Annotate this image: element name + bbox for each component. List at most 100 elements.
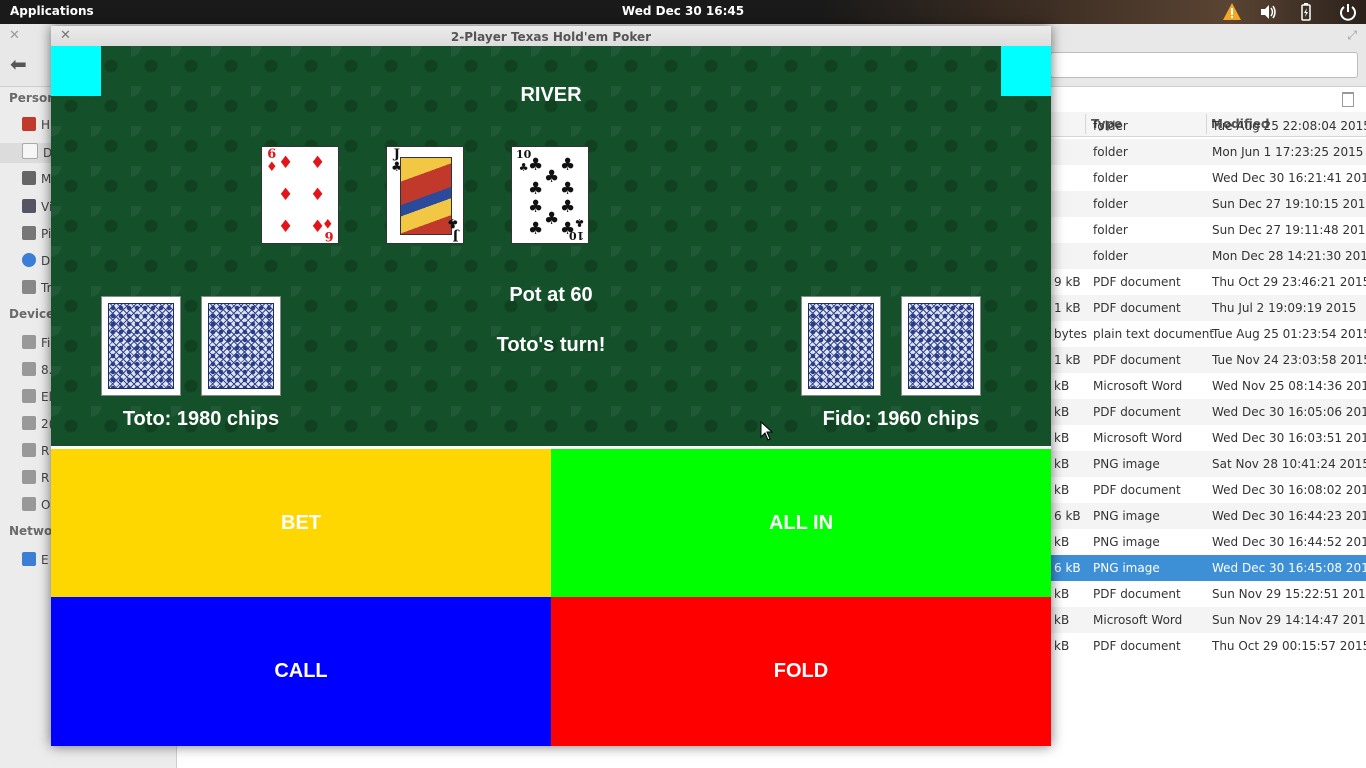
sidebar-item-label: E — [41, 553, 49, 567]
turn-label: Toto's turn! — [496, 334, 606, 356]
file-size: bytes — [1054, 327, 1088, 341]
file-type: folder — [1093, 223, 1128, 237]
call-button[interactable]: CALL — [51, 597, 551, 746]
file-type: PDF document — [1093, 353, 1181, 367]
file-type: PDF document — [1093, 275, 1181, 289]
file-size: 6 kB — [1054, 509, 1081, 523]
file-modified: Sun Dec 27 19:11:48 2015 — [1212, 223, 1366, 237]
file-modified: Sun Nov 29 14:14:47 2015 — [1212, 613, 1366, 627]
file-modified: Tue Nov 24 23:03:58 2015 — [1212, 353, 1366, 367]
drive-icon — [22, 362, 36, 376]
file-modified: Tue Aug 25 01:23:54 2015 — [1212, 327, 1366, 341]
drive-icon — [22, 416, 36, 430]
drive-icon — [22, 497, 36, 511]
file-size: kB — [1054, 587, 1070, 601]
power-icon[interactable] — [1338, 2, 1358, 22]
file-type: folder — [1093, 145, 1128, 159]
file-size: 6 kB — [1054, 561, 1081, 575]
file-modified: Wed Dec 30 16:05:06 2015 — [1212, 405, 1366, 419]
file-modified: Mon Jun 1 17:23:25 2015 — [1212, 145, 1364, 159]
drive-icon — [22, 470, 36, 484]
fold-button[interactable]: FOLD — [551, 597, 1051, 746]
file-type: folder — [1093, 197, 1128, 211]
trash-icon — [22, 280, 36, 294]
sidebar-heading-personal: Person — [9, 91, 56, 105]
close-icon[interactable]: ✕ — [9, 28, 20, 43]
back-arrow-icon[interactable]: ⬅ — [10, 54, 27, 74]
document-icon — [22, 143, 38, 159]
file-size: kB — [1054, 639, 1070, 653]
window-title: 2-Player Texas Hold'em Poker — [450, 30, 652, 44]
file-type: folder — [1093, 249, 1128, 263]
file-modified: Thu Jul 2 19:09:19 2015 — [1212, 301, 1357, 315]
file-type: plain text document — [1093, 327, 1215, 341]
file-size: 9 kB — [1054, 275, 1081, 289]
top-panel: Applications Wed Dec 30 16:45 — [0, 0, 1366, 24]
poker-titlebar[interactable]: ✕ 2-Player Texas Hold'em Poker — [51, 26, 1051, 47]
community-card-jack-of-clubs: J ♣ J ♣ — [386, 146, 464, 244]
file-modified: Wed Dec 30 16:08:02 2015 — [1212, 483, 1366, 497]
file-type: PNG image — [1093, 457, 1160, 471]
location-bar[interactable] — [1050, 52, 1358, 78]
file-modified: Wed Dec 30 16:45:08 2015 — [1212, 561, 1366, 575]
applications-menu[interactable]: Applications — [10, 4, 94, 18]
file-type: PNG image — [1093, 535, 1160, 549]
file-type: Microsoft Word — [1093, 431, 1183, 445]
player1-card-back — [201, 296, 281, 396]
file-type: PDF document — [1093, 483, 1181, 497]
sidebar-heading-network: Netwo — [9, 524, 53, 538]
sidebar-item-label: R — [41, 444, 50, 458]
bet-button[interactable]: BET — [51, 449, 551, 597]
drive-icon — [22, 443, 36, 457]
poker-window: ✕ 2-Player Texas Hold'em Poker RIVER 6 ♦ … — [51, 26, 1051, 746]
download-icon — [22, 253, 36, 267]
file-modified: Wed Dec 30 16:44:23 2015 — [1212, 509, 1366, 523]
file-size: 1 kB — [1054, 301, 1081, 315]
pot-label: Pot at 60 — [509, 284, 593, 306]
file-type: PNG image — [1093, 509, 1160, 523]
community-card-six-of-diamonds: 6 ♦ ♦ ♦ ♦ ♦ ♦ ♦ 6 ♦ — [261, 146, 339, 244]
music-icon — [22, 171, 36, 185]
file-type: PDF document — [1093, 405, 1181, 419]
file-modified: Wed Dec 30 16:03:51 2015 — [1212, 431, 1366, 445]
drive-icon — [22, 389, 36, 403]
all-in-button[interactable]: ALL IN — [551, 449, 1051, 597]
file-type: folder — [1093, 119, 1128, 133]
stage-label: RIVER — [520, 84, 582, 106]
file-size: kB — [1054, 613, 1070, 627]
file-modified: Sat Nov 28 10:41:24 2015 — [1212, 457, 1366, 471]
drive-icon — [22, 335, 36, 349]
file-type: PNG image — [1093, 561, 1160, 575]
battery-icon[interactable] — [1296, 2, 1316, 22]
file-type: folder — [1093, 171, 1128, 185]
community-card-ten-of-clubs: 10 ♣ ♣ ♣ ♣ ♣ ♣ ♣ ♣ ♣ ♣ ♣ 10 ♣ — [511, 146, 589, 244]
file-modified: Wed Nov 25 08:14:36 2015 — [1212, 379, 1366, 393]
file-modified: Wed Dec 30 16:44:52 2015 — [1212, 535, 1366, 549]
file-modified: Sun Dec 27 19:10:15 2015 — [1212, 197, 1366, 211]
warning-icon[interactable] — [1222, 2, 1242, 22]
maximize-icon[interactable]: ⤢ — [1347, 28, 1357, 43]
sidebar-item-label: M — [41, 172, 52, 186]
clock[interactable]: Wed Dec 30 16:45 — [0, 4, 1366, 18]
file-size: kB — [1054, 379, 1070, 393]
volume-icon[interactable] — [1258, 2, 1278, 22]
card-rank-bottom: J ♣ — [447, 215, 459, 243]
sidebar-item-label: R — [41, 471, 50, 485]
file-size: kB — [1054, 405, 1070, 419]
sidebar-item-label: Tr — [41, 281, 52, 295]
file-size: 1 kB — [1054, 353, 1081, 367]
sidebar-item-label: Fi — [41, 336, 51, 350]
file-size: kB — [1054, 535, 1070, 549]
player2-card-back — [801, 296, 881, 396]
file-modified: Sun Nov 29 15:22:51 2015 — [1212, 587, 1366, 601]
jack-face-art — [400, 157, 452, 235]
delete-icon[interactable] — [1342, 92, 1354, 107]
file-size: kB — [1054, 431, 1070, 445]
player2-chips: Fido: 1960 chips — [822, 408, 980, 430]
wifi-icon — [22, 552, 36, 566]
file-type: Microsoft Word — [1093, 613, 1183, 627]
sidebar-item-label: H — [41, 118, 51, 132]
file-size: kB — [1054, 483, 1070, 497]
card-rank-bottom: 6 ♦ — [322, 215, 334, 243]
file-type: PDF document — [1093, 639, 1181, 653]
